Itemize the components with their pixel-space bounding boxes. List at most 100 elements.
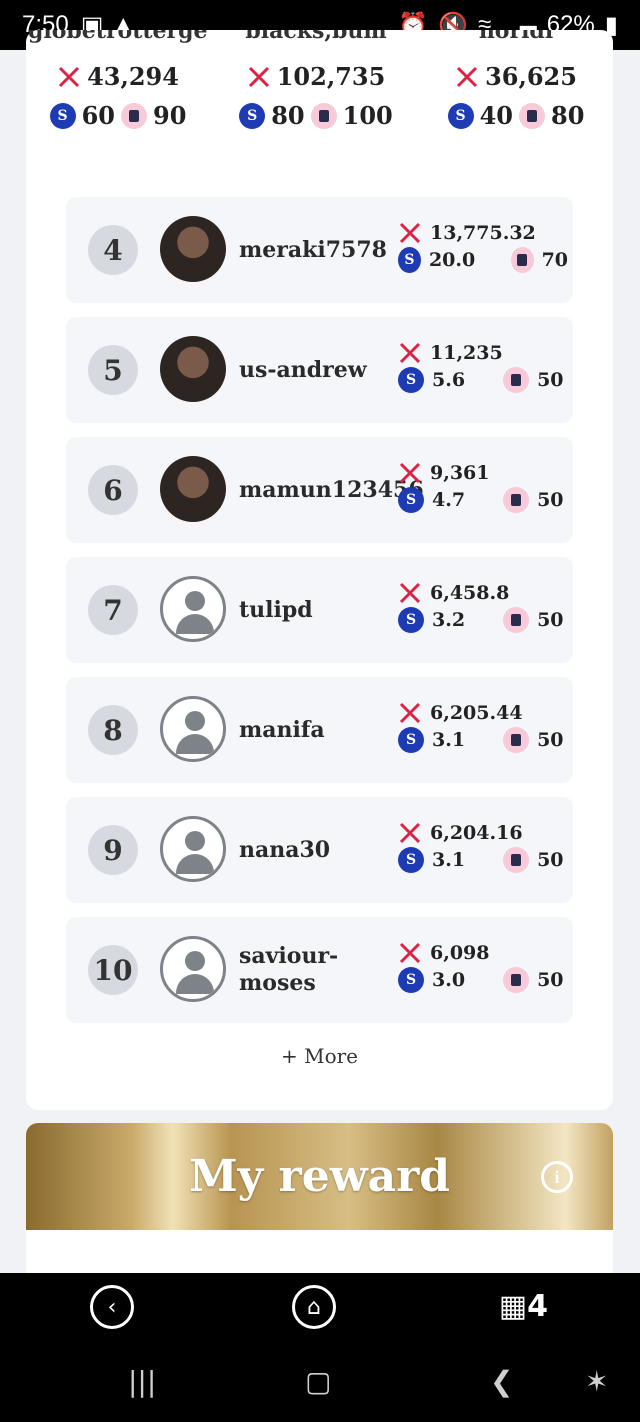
accessibility-icon[interactable]: ✶ [585,1365,608,1398]
ranking-row[interactable]: 4 meraki7578 13,775.32 S 20.0 70 [66,197,573,303]
steem-value: 20.0 [428,249,476,271]
steem-value: 4.7 [432,489,466,511]
podium-name: globetrotterger [28,30,208,44]
podium-steem: 80 [271,101,305,130]
mascot-value: 50 [537,969,564,991]
browser-toolbar: ‹ ⌂ ▦4 [0,1273,640,1343]
podium-item[interactable]: globetrotterger 43,294 S 60 90 [28,30,208,130]
podium-score: 43,294 [87,62,179,91]
system-back-icon[interactable]: ❮ [490,1365,513,1398]
mascot-value: 50 [537,729,564,751]
info-icon[interactable]: i [541,1161,573,1193]
score-value: 13,775.32 [430,222,536,244]
ranking-row[interactable]: 10 saviour-moses 6,098 S 3.0 50 [66,917,573,1023]
podium-mascot: 100 [342,101,393,130]
ranking-row[interactable]: 7 tulipd 6,458.8 S 3.2 50 [66,557,573,663]
swords-icon [248,66,269,87]
mascot-icon [503,967,530,993]
avatar [160,336,226,402]
steem-value: 3.2 [432,609,466,631]
steem-icon: S [398,607,424,633]
rank-number: 10 [88,945,138,995]
avatar [160,216,226,282]
my-reward-header: My reward i [26,1123,613,1230]
ranking-row[interactable]: 6 mamun123456 9,361 S 4.7 50 [66,437,573,543]
home-circle-icon[interactable]: ▢ [305,1365,331,1398]
reward-body [26,1230,613,1275]
mascot-icon [503,367,530,393]
podium-name: horidi [478,30,554,44]
avatar-placeholder-icon [160,936,226,1002]
home-icon[interactable]: ⌂ [292,1285,336,1329]
podium-steem: 60 [81,101,115,130]
ranking-row[interactable]: 5 us-andrew 11,235 S 5.6 50 [66,317,573,423]
username: saviour-moses [239,943,339,996]
swords-icon [399,702,421,724]
ranking-row[interactable]: 8 manifa 6,205.44 S 3.1 50 [66,677,573,783]
rank-number: 6 [88,465,138,515]
mascot-value: 50 [537,369,564,391]
podium: globetrotterger 43,294 S 60 90 blacks,bum … [26,30,613,180]
steem-icon: S [398,847,424,873]
tabs-button[interactable]: ▦4 [499,1289,548,1324]
podium-mascot: 80 [551,101,585,130]
mascot-value: 50 [537,849,564,871]
podium-score: 102,735 [276,62,386,91]
leaderboard-card: globetrotterger 43,294 S 60 90 blacks,bum … [26,30,613,1110]
score-value: 6,204.16 [430,822,523,844]
avatar-placeholder-icon [160,696,226,762]
podium-item[interactable]: horidi 36,625 S 40 80 [426,30,606,130]
avatar [160,456,226,522]
username: manifa [239,716,325,743]
mascot-icon [310,102,337,129]
score-value: 9,361 [430,462,490,484]
rank-number: 8 [88,705,138,755]
mascot-value: 50 [537,609,564,631]
tabs-count: 4 [527,1289,548,1324]
podium-item[interactable]: blacks,bum 102,735 S 80 100 [226,30,406,130]
swords-icon [457,66,478,87]
steem-value: 3.0 [432,969,466,991]
username: mamun123456 [239,476,424,503]
my-reward-title: My reward [188,1151,451,1202]
podium-steem: 40 [479,101,513,130]
steem-icon: S [398,247,421,273]
mascot-value: 70 [541,249,569,271]
steem-icon: S [398,487,424,513]
swords-icon [59,66,80,87]
mascot-icon [510,247,534,273]
steem-value: 3.1 [432,849,466,871]
username: tulipd [239,596,313,623]
steem-icon: S [239,102,266,129]
swords-icon [399,222,421,244]
mascot-icon [519,102,545,129]
swords-icon [399,342,421,364]
podium-mascot: 90 [153,101,187,130]
back-icon[interactable]: ‹ [90,1285,134,1329]
username: meraki7578 [239,236,387,263]
rank-number: 4 [88,225,138,275]
swords-icon [399,462,421,484]
mascot-icon [503,607,530,633]
score-value: 6,098 [430,942,490,964]
steem-icon: S [49,102,76,129]
mascot-icon [121,102,147,129]
swords-icon [399,942,421,964]
steem-icon: S [398,367,424,393]
username: us-andrew [239,356,367,383]
mascot-icon [503,487,530,513]
ranking-row[interactable]: 9 nana30 6,204.16 S 3.1 50 [66,797,573,903]
rank-number: 5 [88,345,138,395]
system-navbar: ||| ▢ ❮ ✶ [0,1343,640,1422]
rank-number: 9 [88,825,138,875]
podium-name: blacks,bum [245,30,387,44]
swords-icon [399,582,421,604]
more-button[interactable]: + More [26,1044,613,1068]
username: nana30 [239,836,331,863]
steem-icon: S [398,967,424,993]
steem-icon: S [398,727,424,753]
recent-apps-icon[interactable]: ||| [128,1365,156,1398]
avatar-placeholder-icon [160,816,226,882]
mascot-icon [503,727,530,753]
avatar-placeholder-icon [160,576,226,642]
